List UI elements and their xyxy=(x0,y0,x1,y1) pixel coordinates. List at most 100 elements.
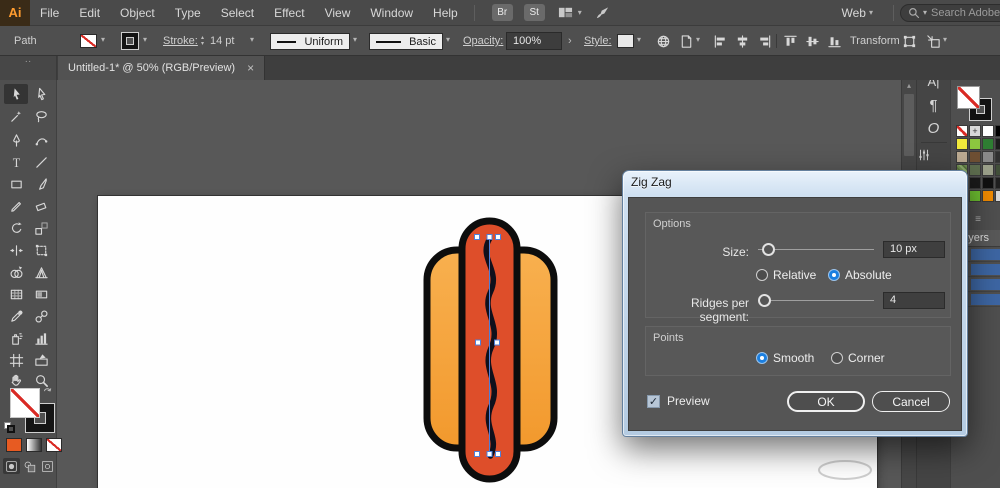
swatch-color[interactable] xyxy=(969,138,981,150)
layer-selection[interactable] xyxy=(971,279,1000,290)
swatch-color[interactable] xyxy=(969,164,981,176)
align-hcenter-icon[interactable] xyxy=(734,33,750,49)
swatch-none[interactable] xyxy=(956,125,968,137)
tool-artboard[interactable] xyxy=(4,350,28,370)
tool-column-graph[interactable] xyxy=(29,328,53,348)
scrollbar-thumb[interactable] xyxy=(904,94,914,156)
stroke-color-swatch[interactable] xyxy=(122,33,138,49)
transform-link[interactable]: Transform xyxy=(850,35,900,47)
tool-gradient[interactable] xyxy=(29,284,53,304)
swatch-color[interactable] xyxy=(969,190,981,202)
document-setup-icon[interactable] xyxy=(678,33,694,49)
swatch-color[interactable] xyxy=(995,190,1000,202)
align-bottom-icon[interactable] xyxy=(826,33,842,49)
tool-slice[interactable] xyxy=(29,350,53,370)
smooth-radio[interactable]: Smooth xyxy=(756,351,814,365)
swatch-color[interactable] xyxy=(982,138,994,150)
menu-window[interactable]: Window xyxy=(360,0,423,26)
stock-button[interactable]: St xyxy=(524,4,545,21)
brush-definition-dropdown[interactable]: Basic xyxy=(369,33,443,50)
cancel-button[interactable]: Cancel xyxy=(872,391,950,412)
tool-paintbrush[interactable] xyxy=(29,174,53,194)
tool-pen[interactable] xyxy=(4,130,28,150)
draw-inside-mode[interactable] xyxy=(39,458,56,474)
swatch-color[interactable] xyxy=(982,190,994,202)
align-vcenter-icon[interactable] xyxy=(804,33,820,49)
size-value-field[interactable]: 10 px xyxy=(883,241,945,258)
tool-selection[interactable] xyxy=(4,84,28,104)
tool-line-segment[interactable] xyxy=(29,152,53,172)
menu-effect[interactable]: Effect xyxy=(264,0,314,26)
swatch-color[interactable] xyxy=(995,138,1000,150)
tool-eyedropper[interactable] xyxy=(4,306,28,326)
swatch-color[interactable] xyxy=(982,177,994,189)
tool-eraser[interactable] xyxy=(29,196,53,216)
gradient-button[interactable] xyxy=(26,438,42,452)
layer-selection[interactable] xyxy=(971,264,1000,275)
tool-scale[interactable] xyxy=(29,218,53,238)
chevron-down-icon[interactable]: ▾ xyxy=(696,35,700,44)
background-artwork-fragment[interactable] xyxy=(819,461,871,479)
bounding-box-icon[interactable] xyxy=(901,33,917,49)
paragraph-panel-icon[interactable]: ¶ xyxy=(917,97,950,114)
arrange-documents-icon[interactable] xyxy=(557,4,575,22)
gpu-performance-icon[interactable] xyxy=(594,4,612,22)
stroke-weight-stepper[interactable]: ▴▾ xyxy=(198,32,207,50)
chevron-down-icon[interactable]: ▾ xyxy=(101,35,105,44)
search-input[interactable]: ▾ Search Adobe xyxy=(900,4,1000,22)
stroke-weight-value[interactable]: 14 pt xyxy=(210,35,234,47)
workspace-switcher[interactable]: Web▾ xyxy=(842,6,873,20)
chevron-down-icon[interactable]: ▾ xyxy=(637,35,641,44)
size-slider-track[interactable] xyxy=(758,249,874,250)
none-button[interactable] xyxy=(46,438,62,452)
swatch-color[interactable] xyxy=(982,125,994,137)
preview-checkbox[interactable]: ✓Preview xyxy=(647,394,710,408)
toolbar-collapse-dots[interactable]: ·· xyxy=(0,56,57,80)
opentype-panel-icon[interactable]: O xyxy=(917,120,950,137)
scroll-up-icon[interactable]: ▴ xyxy=(902,81,916,90)
swatch-color[interactable] xyxy=(969,151,981,163)
width-profile-dropdown[interactable]: Uniform xyxy=(270,33,350,50)
corner-radio[interactable]: Corner xyxy=(831,351,885,365)
tool-hand[interactable] xyxy=(4,370,28,390)
menu-type[interactable]: Type xyxy=(165,0,211,26)
draw-normal-mode[interactable] xyxy=(3,458,20,474)
isolate-object-icon[interactable] xyxy=(925,33,941,49)
align-left-icon[interactable] xyxy=(712,33,728,49)
style-link[interactable]: Style: xyxy=(584,35,612,47)
swatch-color[interactable] xyxy=(982,164,994,176)
menu-view[interactable]: View xyxy=(315,0,361,26)
default-fill-stroke-icon[interactable] xyxy=(4,422,15,433)
color-button[interactable] xyxy=(6,438,22,452)
align-right-icon[interactable] xyxy=(756,33,772,49)
tool-curvature[interactable] xyxy=(29,130,53,150)
tool-mesh[interactable] xyxy=(4,284,28,304)
tool-direct-selection[interactable] xyxy=(29,84,53,104)
close-icon[interactable]: × xyxy=(247,61,254,75)
swatch-color[interactable] xyxy=(982,151,994,163)
absolute-radio[interactable]: Absolute xyxy=(828,268,892,282)
swatch-color[interactable] xyxy=(969,177,981,189)
chevron-down-icon[interactable]: ▾ xyxy=(353,35,357,44)
fill-color-swatch[interactable] xyxy=(80,34,97,48)
swatch-color[interactable] xyxy=(995,177,1000,189)
fill-proxy[interactable] xyxy=(10,388,40,418)
opacity-link[interactable]: Opacity: xyxy=(463,35,503,47)
swap-fill-stroke-icon[interactable] xyxy=(42,385,55,398)
tool-width[interactable] xyxy=(4,240,28,260)
opacity-value-field[interactable]: 100% xyxy=(506,32,562,50)
swatch-color[interactable] xyxy=(956,151,968,163)
tool-type[interactable]: T xyxy=(4,152,28,172)
relative-radio[interactable]: Relative xyxy=(756,268,816,282)
align-top-icon[interactable] xyxy=(782,33,798,49)
document-tab[interactable]: Untitled-1* @ 50% (RGB/Preview) × xyxy=(58,56,265,80)
ridges-slider-track[interactable] xyxy=(758,300,874,301)
opacity-expand-arrow[interactable]: › xyxy=(568,35,572,47)
chevron-down-icon[interactable]: ▾ xyxy=(446,35,450,44)
dialog-title[interactable]: Zig Zag xyxy=(631,175,672,189)
tool-rectangle[interactable] xyxy=(4,174,28,194)
tool-perspective-grid[interactable] xyxy=(29,262,53,282)
layer-selection[interactable] xyxy=(971,249,1000,260)
tool-free-transform[interactable] xyxy=(29,240,53,260)
swatch-color[interactable] xyxy=(956,138,968,150)
